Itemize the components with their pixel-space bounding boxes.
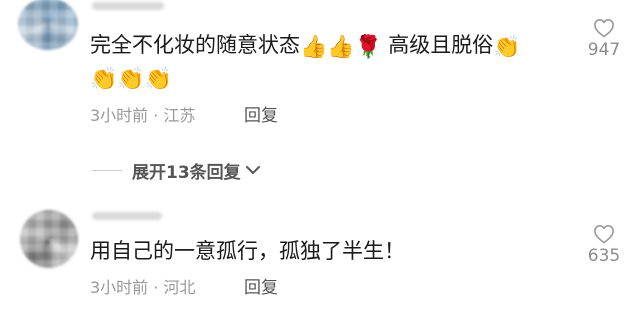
comment-meta: 3小时前 · 河北 [90, 278, 195, 298]
thumbs-up-icon: 👍 [300, 35, 328, 60]
comment-time: 3小时前 [90, 278, 149, 297]
comment-text: 完全不化妆的随意状态👍👍🌹 高级且脱俗👏 [90, 30, 521, 62]
like-button[interactable]: 947 [584, 18, 624, 60]
username-blurred[interactable] [92, 2, 164, 10]
reply-button[interactable]: 回复 [244, 106, 278, 126]
expand-replies-label[interactable]: 展开13条回复 [132, 158, 241, 183]
expand-divider-line [92, 169, 122, 171]
meta-separator: · [153, 106, 159, 125]
like-count: 635 [587, 246, 621, 266]
comment-time: 3小时前 [90, 106, 149, 125]
comment-emoji-line: 👏👏👏 [90, 62, 172, 94]
heart-outline-icon [594, 225, 614, 244]
clapping-hands-icon: 👏 [144, 67, 173, 92]
clapping-hands-icon: 👏 [90, 67, 118, 92]
like-button[interactable]: 635 [584, 224, 624, 266]
comment-meta: 3小时前 · 江苏 [90, 106, 195, 126]
avatar[interactable] [20, 210, 78, 268]
expand-replies[interactable]: 展开13条回复 [92, 158, 261, 183]
thumbs-up-icon: 👍 [327, 35, 355, 60]
clapping-hands-icon: 👏 [117, 67, 145, 92]
comment-text-main: 完全不化妆的随意状态 [90, 33, 300, 57]
rose-icon: 🌹 [354, 35, 383, 60]
username-blurred[interactable] [92, 212, 162, 220]
meta-separator: · [153, 278, 159, 297]
reply-button[interactable]: 回复 [244, 278, 278, 298]
like-count: 947 [587, 40, 621, 60]
comment-location: 江苏 [163, 106, 196, 125]
comment-text-tail: 高级且脱俗 [388, 33, 494, 57]
heart-outline-icon [594, 19, 614, 38]
chevron-down-icon[interactable] [245, 164, 261, 176]
comment-text: 用自己的一意孤行，孤独了半生！ [90, 239, 405, 263]
comment-location: 河北 [163, 278, 196, 297]
clapping-hands-icon: 👏 [493, 35, 521, 60]
avatar[interactable] [18, 0, 78, 50]
comment-list: 完全不化妆的随意状态👍👍🌹 高级且脱俗👏 👏👏👏 3小时前 · 江苏 回复 947… [0, 0, 640, 324]
